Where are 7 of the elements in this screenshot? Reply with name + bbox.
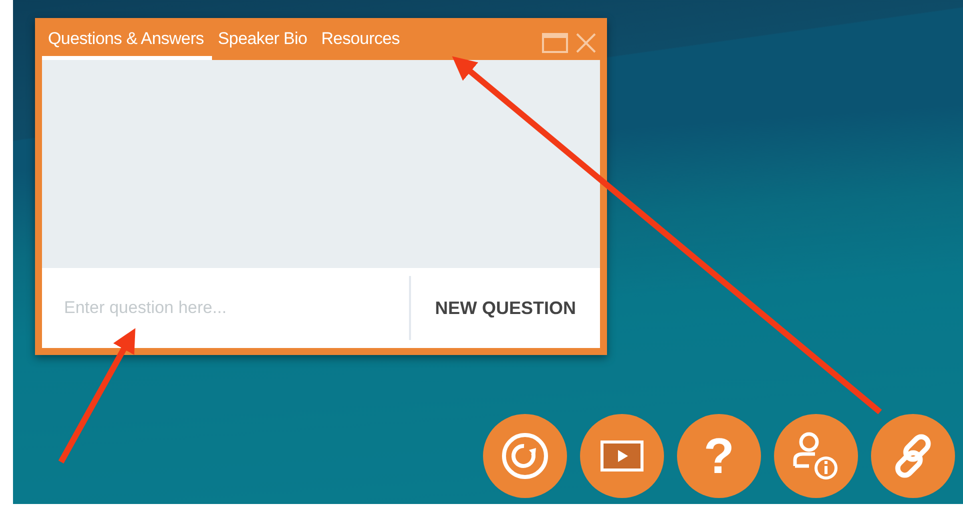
panel-tab[interactable]: Resources xyxy=(315,26,408,60)
question-field[interactable]: Enter question here... xyxy=(42,268,409,348)
new-question-button[interactable]: NEW QUESTION xyxy=(410,268,600,348)
panel-tab[interactable]: Speaker Bio xyxy=(212,26,316,60)
video-icon xyxy=(600,440,644,472)
refresh-icon xyxy=(500,431,550,481)
help-button[interactable]: ? xyxy=(677,414,761,498)
